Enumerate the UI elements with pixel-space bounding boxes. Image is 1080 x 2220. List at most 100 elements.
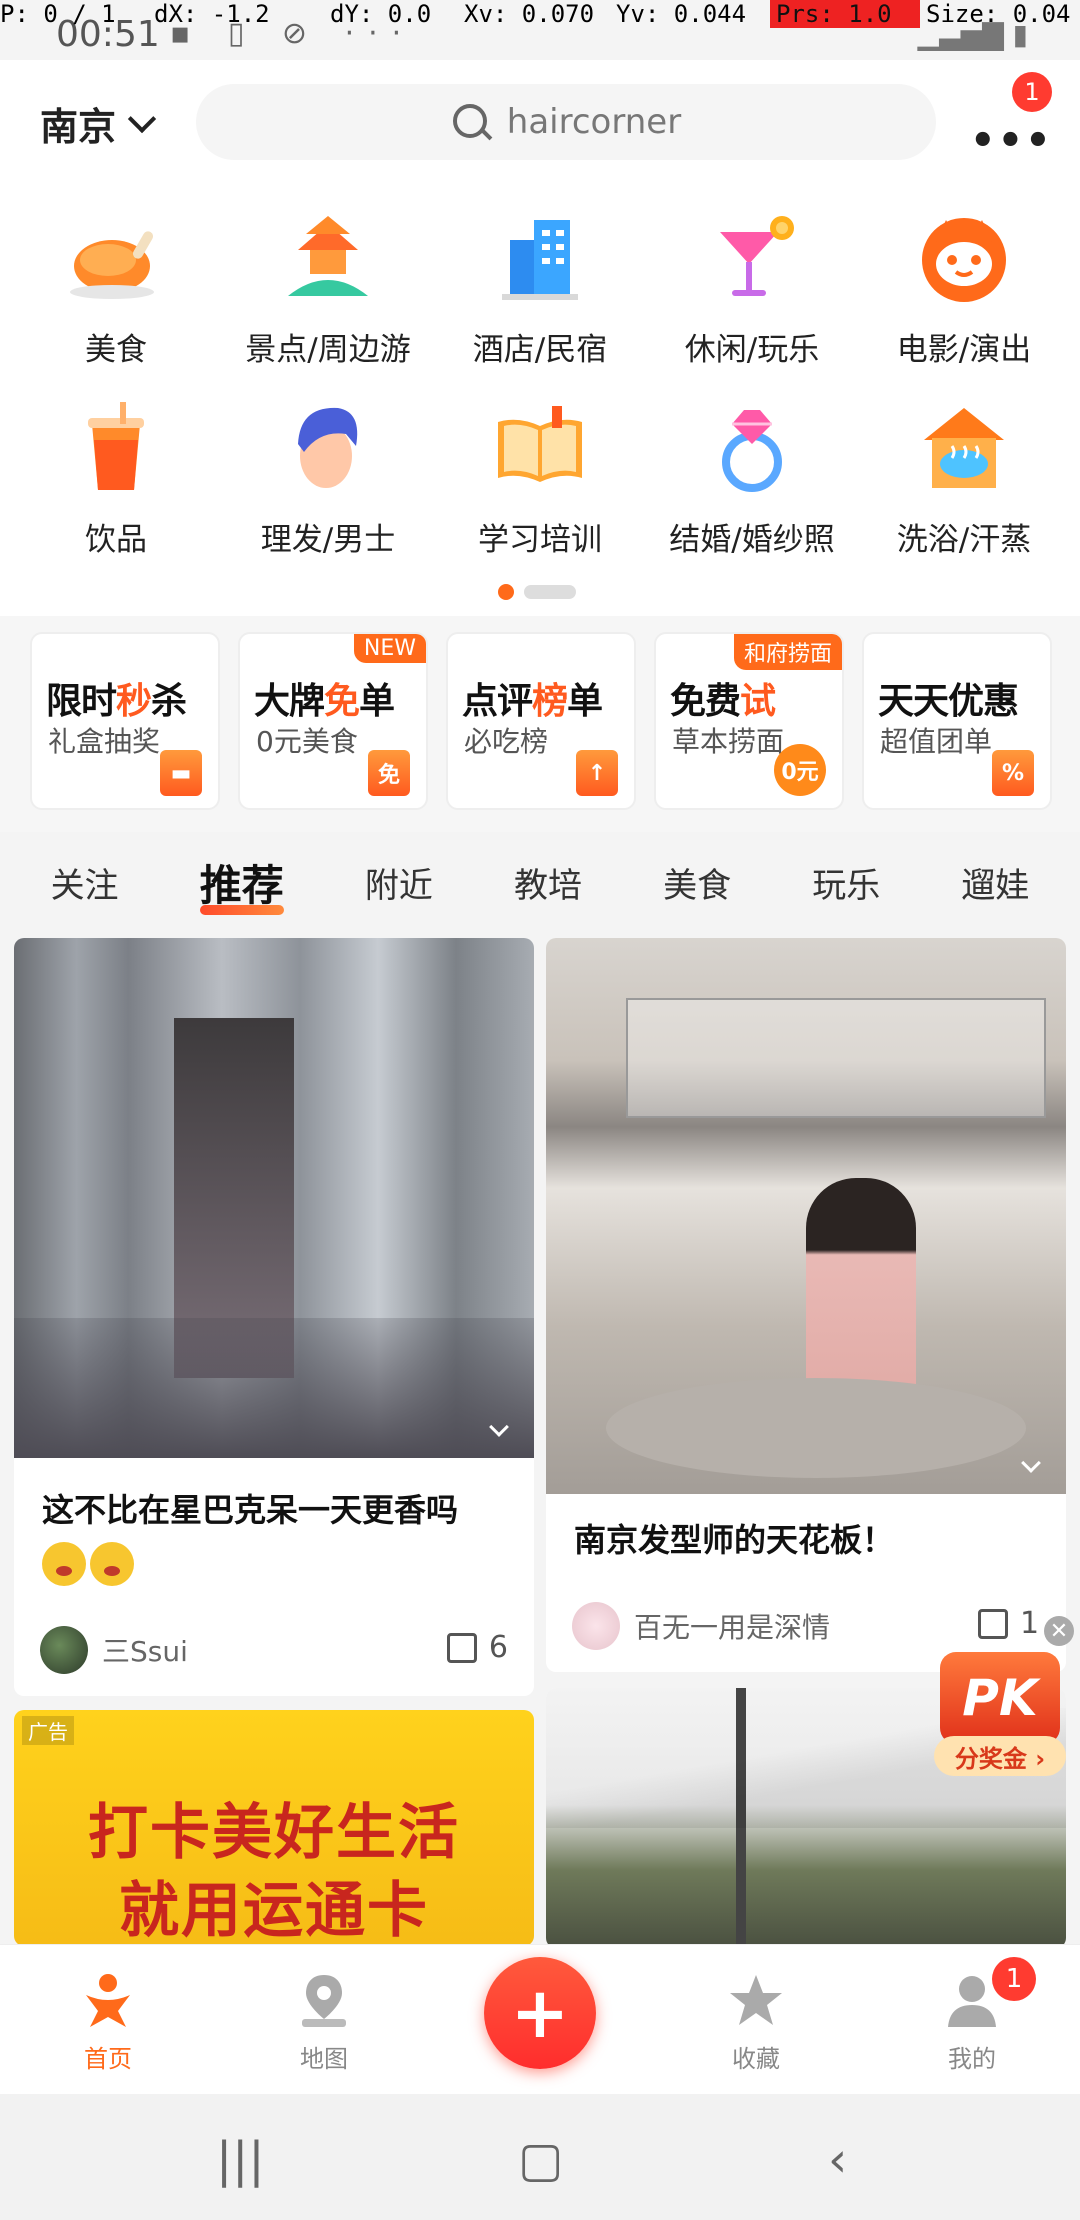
back-icon[interactable]: ‹ (828, 2132, 847, 2188)
feed-card[interactable]: 这不比在星巴克呆一天更香吗 三Ssui 6 (14, 938, 534, 1696)
city-name: 南京 (40, 105, 117, 149)
drink-cup-icon (68, 400, 164, 496)
like-count: 6 (488, 1630, 508, 1665)
top-header: 南京 haircorner ••• 1 (0, 60, 1080, 190)
nav-home[interactable]: 首页 (28, 1971, 188, 2074)
like-count: 1 (1020, 1606, 1040, 1641)
arrow-up-icon: ↑ (576, 750, 618, 796)
debug-pressure: Prs: 1.0 (770, 0, 920, 28)
tab-leisure[interactable]: 玩乐 (812, 858, 880, 907)
bath-house-icon (916, 400, 1012, 496)
system-navigation-bar: ||| ▢ ‹ (0, 2094, 1080, 2220)
nav-label: 首页 (84, 2045, 132, 2073)
thumbs-up-icon (978, 1608, 1008, 1639)
roast-chicken-icon (68, 210, 164, 306)
category-leisure[interactable]: 休闲/玩乐 (646, 210, 858, 369)
recent-apps-icon[interactable]: ||| (216, 2132, 265, 2188)
man-hair-icon (280, 400, 376, 496)
category-sights[interactable]: 景点/周边游 (222, 210, 434, 369)
promo-strip: 限时秒杀 礼盒抽奖 ▬ NEW 大牌免单 0元美食 免 点评榜单 必吃榜 ↑ 和… (0, 616, 1080, 832)
close-icon[interactable]: ✕ (1044, 1616, 1074, 1646)
category-label: 电影/演出 (896, 332, 1032, 368)
category-wedding[interactable]: 结婚/婚纱照 (646, 400, 858, 559)
post-author[interactable]: 三Ssui (40, 1626, 188, 1674)
category-education[interactable]: 学习培训 (434, 400, 646, 559)
post-photo-curtains (14, 938, 534, 1458)
ad-line-1: 打卡美好生活 (88, 1798, 460, 1868)
like-button[interactable]: 6 (446, 1630, 508, 1665)
tab-food[interactable]: 美食 (663, 858, 731, 907)
bottom-navigation: 首页 地图 + 收藏 我的 1 (0, 1944, 1080, 2094)
tab-kids[interactable]: 遛娃 (961, 858, 1029, 907)
page-indicator (498, 584, 576, 600)
add-post-button[interactable]: + (484, 1957, 596, 2069)
promo-subtitle: 0元美食 (256, 725, 358, 758)
category-food[interactable]: 美食 (10, 210, 222, 369)
ad-banner[interactable]: 广告 打卡美好生活 就用运通卡 (14, 1710, 534, 1946)
promo-daily-deal[interactable]: 天天优惠 超值团单 % (862, 632, 1052, 810)
post-caption: 这不比在星巴克呆一天更香吗 (14, 1484, 534, 1588)
nav-favorites[interactable]: 收藏 (676, 1971, 836, 2074)
pk-floating-widget[interactable]: ✕ PK 分奖金 › (934, 1616, 1074, 1782)
category-movies[interactable]: 电影/演出 (858, 210, 1070, 369)
emoji-icon (90, 1542, 134, 1586)
promo-tag: 和府捞面 (733, 634, 842, 670)
coin-icon: 0元 (774, 744, 826, 796)
city-selector[interactable]: 南京 (40, 96, 157, 151)
category-label: 理发/男士 (260, 522, 396, 558)
home-button-icon[interactable]: ▢ (518, 2132, 563, 2188)
category-bath[interactable]: 洗浴/汗蒸 (858, 400, 1070, 559)
debug-dy: dY: 0.0 (330, 0, 432, 28)
red-envelope-icon: ▬ (160, 750, 202, 796)
promo-title: 限时秒杀 (46, 681, 187, 722)
feed-card[interactable]: 南京发型师的天花板！ 百无一用是深情 1 (546, 938, 1066, 1672)
category-drinks[interactable]: 饮品 (10, 400, 222, 559)
page-dot (524, 585, 576, 599)
notification-badge: 1 (1012, 72, 1052, 112)
debug-size: Size: 0.04 (926, 0, 1071, 28)
post-caption: 南京发型师的天花板！ (574, 1521, 895, 1559)
category-label: 饮品 (85, 522, 147, 558)
promo-subtitle: 必吃榜 (464, 725, 549, 758)
map-pin-icon (294, 1971, 354, 2031)
category-label: 学习培训 (478, 522, 602, 558)
tab-recommend[interactable]: 推荐 (199, 852, 284, 915)
category-hotel[interactable]: 酒店/民宿 (434, 210, 646, 369)
promo-flash-sale[interactable]: 限时秒杀 礼盒抽奖 ▬ (30, 632, 220, 810)
ad-tag: 广告 (22, 1716, 74, 1745)
pk-label: 分奖金 › (934, 1736, 1066, 1776)
promo-free-order[interactable]: NEW 大牌免单 0元美食 免 (238, 632, 428, 810)
promo-title: 点评榜单 (462, 681, 603, 722)
post-author[interactable]: 百无一用是深情 (572, 1602, 830, 1650)
pk-badge: PK (940, 1652, 1060, 1744)
search-input[interactable]: haircorner (507, 102, 681, 142)
tab-nearby[interactable]: 附近 (365, 858, 433, 907)
nav-label: 地图 (300, 2045, 348, 2073)
search-bar[interactable]: haircorner (196, 84, 936, 160)
category-label: 酒店/民宿 (472, 332, 608, 368)
promo-free-trial[interactable]: 和府捞面 免费试 草本捞面 0元 (654, 632, 844, 810)
nav-map[interactable]: 地图 (244, 1971, 404, 2074)
promo-ranking[interactable]: 点评榜单 必吃榜 ↑ (446, 632, 636, 810)
nav-label: 我的 (948, 2045, 996, 2073)
category-haircut[interactable]: 理发/男士 (222, 400, 434, 559)
discount-icon: % (992, 750, 1034, 796)
promo-subtitle: 草本捞面 (672, 725, 785, 758)
more-menu-button[interactable]: ••• (970, 118, 1053, 164)
cocktail-icon (704, 210, 800, 306)
diamond-ring-icon (704, 400, 800, 496)
category-grid: 美食 景点/周边游 酒店/民宿 休闲/玩乐 电影/演出 饮品 理发/男士 学习培… (0, 190, 1080, 616)
thumbs-up-icon (446, 1632, 477, 1663)
category-label: 景点/周边游 (245, 332, 411, 368)
home-icon (78, 1971, 138, 2031)
feed-tabs: 关注 推荐 附近 教培 美食 玩乐 遛娃 (0, 832, 1080, 932)
post-photo-cafe (546, 938, 1066, 1494)
tab-follow[interactable]: 关注 (51, 858, 119, 907)
tab-education[interactable]: 教培 (514, 858, 582, 907)
notification-badge: 1 (992, 1957, 1036, 2001)
debug-dx: dX: -1.2 (154, 0, 270, 28)
search-icon (451, 102, 491, 142)
chevron-down-icon (1021, 1453, 1041, 1473)
open-book-icon (492, 400, 588, 496)
like-button[interactable]: 1 (978, 1606, 1039, 1641)
